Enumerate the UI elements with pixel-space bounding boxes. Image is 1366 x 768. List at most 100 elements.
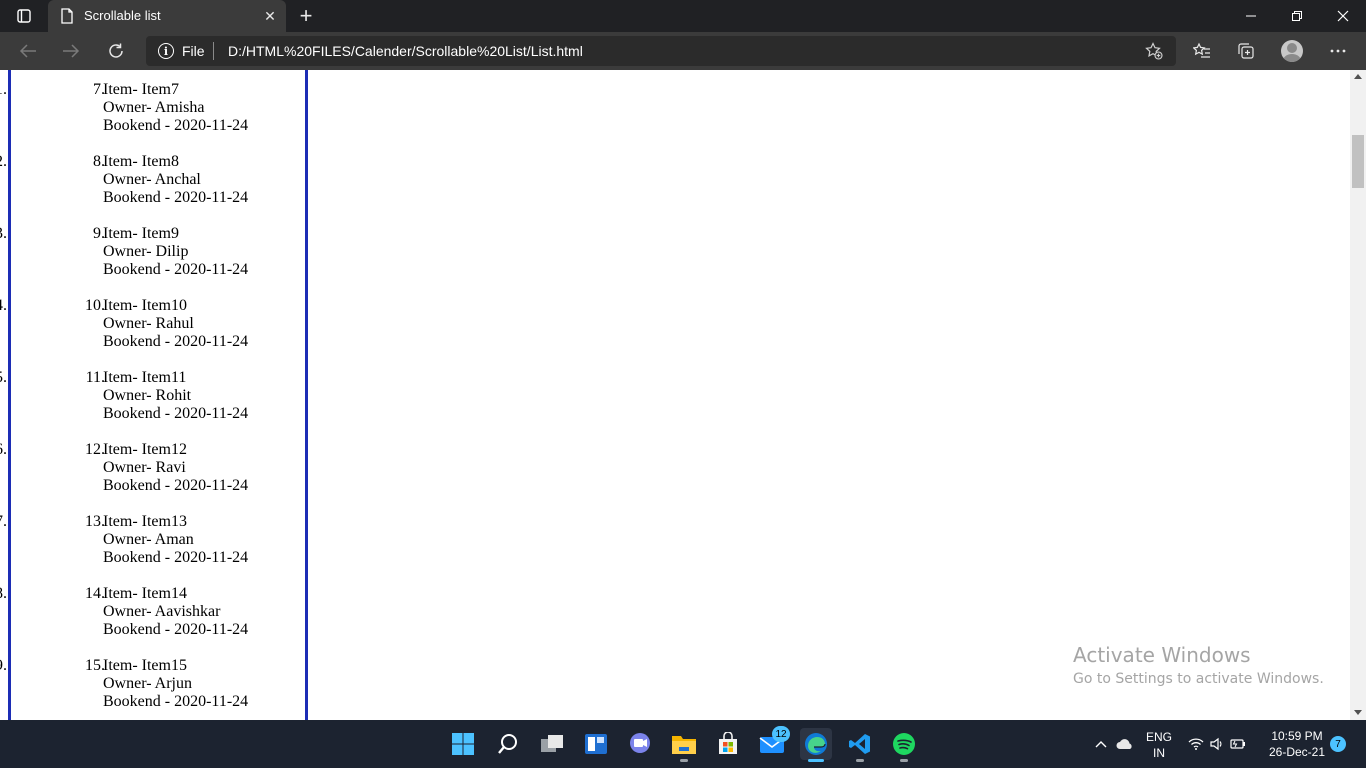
watermark-subtitle: Go to Settings to activate Windows.	[1073, 671, 1324, 687]
address-bar[interactable]: i File D:/HTML%20FILES/Calender/Scrollab…	[146, 36, 1176, 66]
clock-time: 10:59 PM	[1271, 729, 1323, 743]
spotify-icon	[893, 733, 915, 755]
list-item-bookend: Bookend - 2020-11-24	[103, 405, 249, 422]
show-hidden-icons-button[interactable]	[1092, 728, 1110, 760]
widgets-button[interactable]	[580, 728, 612, 760]
list-item-number: 11.	[85, 369, 105, 386]
restore-button[interactable]	[1274, 0, 1320, 32]
close-icon	[1337, 10, 1349, 22]
edge-button[interactable]	[800, 728, 832, 762]
search-icon	[498, 734, 517, 754]
list-item-owner: Owner- Dilip	[103, 243, 189, 260]
clock[interactable]: 10:59 PM 26-Dec-21	[1262, 728, 1332, 760]
tab-actions-icon	[17, 9, 31, 23]
start-icon	[452, 733, 474, 755]
list-item-owner: Owner- Arjun	[103, 675, 192, 692]
list-item-bookend: Bookend - 2020-11-24	[103, 117, 249, 134]
scrollable-list-container[interactable]: 7.Item- Item7Owner- AmishaBookend - 2020…	[8, 70, 308, 720]
list-item-name: Item- Item7	[103, 81, 179, 98]
edge-icon	[805, 733, 827, 755]
active-indicator	[808, 759, 824, 762]
tab-scrollable-list[interactable]: Scrollable list ✕	[48, 0, 286, 32]
notification-badge[interactable]: 7	[1330, 736, 1346, 752]
chat-button[interactable]	[624, 728, 656, 760]
list-item-owner: Owner- Aman	[103, 531, 194, 548]
info-icon[interactable]: i	[158, 43, 174, 59]
list-item-bookend: Bookend - 2020-11-24	[103, 693, 249, 710]
list-item-bookend: Bookend - 2020-11-24	[103, 333, 249, 350]
minimize-icon	[1246, 15, 1256, 17]
running-indicator	[900, 759, 908, 762]
watermark-title: Activate Windows	[1073, 643, 1251, 667]
list-item-number: 10.	[85, 297, 105, 314]
onedrive-button[interactable]	[1114, 728, 1136, 760]
list-item-number: 14.	[85, 585, 105, 602]
url-scheme-label: File	[182, 43, 205, 59]
widgets-icon	[585, 734, 607, 754]
file-explorer-icon	[672, 736, 696, 754]
list-item-name: Item- Item12	[103, 441, 187, 458]
tab-actions-button[interactable]	[10, 6, 38, 26]
refresh-button[interactable]	[101, 36, 131, 66]
list-item: 10.Item- Item10Owner- RahulBookend - 202…	[11, 297, 305, 351]
list-item-owner: Owner- Ravi	[103, 459, 186, 476]
list-item-owner: Owner- Rahul	[103, 315, 194, 332]
scroll-up-arrow-icon[interactable]	[1354, 74, 1362, 79]
list-item-name: Item- Item8	[103, 153, 179, 170]
quick-settings-button[interactable]	[1186, 728, 1248, 760]
back-button[interactable]	[13, 36, 43, 66]
chat-icon	[630, 733, 650, 753]
clock-date: 26-Dec-21	[1268, 745, 1326, 759]
scrollbar-thumb[interactable]	[1352, 135, 1364, 188]
list-item-number: 13.	[85, 513, 105, 530]
restore-icon	[1292, 11, 1302, 21]
mail-button[interactable]: 12	[756, 726, 790, 760]
search-button[interactable]	[492, 728, 524, 760]
page-scrollbar[interactable]	[1350, 70, 1366, 720]
language-label: ENG	[1145, 730, 1172, 744]
list-item: 12.Item- Item12Owner- RaviBookend - 2020…	[11, 441, 305, 495]
store-icon	[719, 732, 737, 754]
list-item-name: Item- Item11	[103, 369, 187, 386]
store-button[interactable]	[712, 728, 744, 760]
activate-windows-watermark: Activate Windows Go to Settings to activ…	[1073, 643, 1324, 687]
list-item-number: 9.	[93, 225, 105, 242]
list-item-number: 12.	[85, 441, 105, 458]
list-item-bookend: Bookend - 2020-11-24	[103, 477, 249, 494]
list-item-name: Item- Item13	[103, 513, 187, 530]
list-item-bookend: Bookend - 2020-11-24	[103, 549, 249, 566]
list-item-owner: Owner- Amisha	[103, 99, 205, 116]
profile-avatar[interactable]	[1281, 40, 1303, 62]
list-item: 14.Item- Item14Owner- AavishkarBookend -…	[11, 585, 305, 639]
add-favorite-icon[interactable]	[1144, 41, 1164, 61]
start-button[interactable]	[447, 728, 479, 760]
list-item: 7.Item- Item7Owner- AmishaBookend - 2020…	[11, 81, 305, 135]
tab-close-icon[interactable]: ✕	[260, 6, 280, 26]
list-item: 11.Item- Item11Owner- RohitBookend - 202…	[11, 369, 305, 423]
forward-arrow-icon	[63, 44, 80, 58]
minimize-button[interactable]	[1228, 0, 1274, 32]
mail-badge: 12	[772, 726, 790, 742]
scroll-down-arrow-icon[interactable]	[1354, 710, 1362, 715]
task-view-button[interactable]	[536, 728, 568, 760]
url-text[interactable]: D:/HTML%20FILES/Calender/Scrollable%20Li…	[228, 43, 583, 59]
list-item-name: Item- Item9	[103, 225, 179, 242]
page-icon	[61, 8, 73, 24]
cloud-icon	[1116, 739, 1132, 749]
list-item: 9.Item- Item9Owner- DilipBookend - 2020-…	[11, 225, 305, 279]
spotify-button[interactable]	[888, 728, 920, 762]
more-options-icon[interactable]	[1324, 38, 1352, 64]
forward-button[interactable]	[56, 36, 86, 66]
collections-icon[interactable]	[1232, 38, 1260, 64]
list-item: 15.Item- Item15Owner- ArjunBookend - 202…	[11, 657, 305, 711]
back-arrow-icon	[19, 44, 36, 58]
close-window-button[interactable]	[1320, 0, 1366, 32]
vscode-button[interactable]	[844, 728, 876, 762]
input-language-indicator[interactable]: ENG IN	[1140, 729, 1178, 761]
region-label: IN	[1153, 746, 1165, 760]
list-item-bookend: Bookend - 2020-11-24	[103, 189, 249, 206]
favorites-icon[interactable]	[1188, 38, 1216, 64]
new-tab-button[interactable]: +	[294, 3, 318, 28]
file-explorer-button[interactable]	[668, 728, 700, 762]
task-view-icon	[541, 735, 563, 752]
